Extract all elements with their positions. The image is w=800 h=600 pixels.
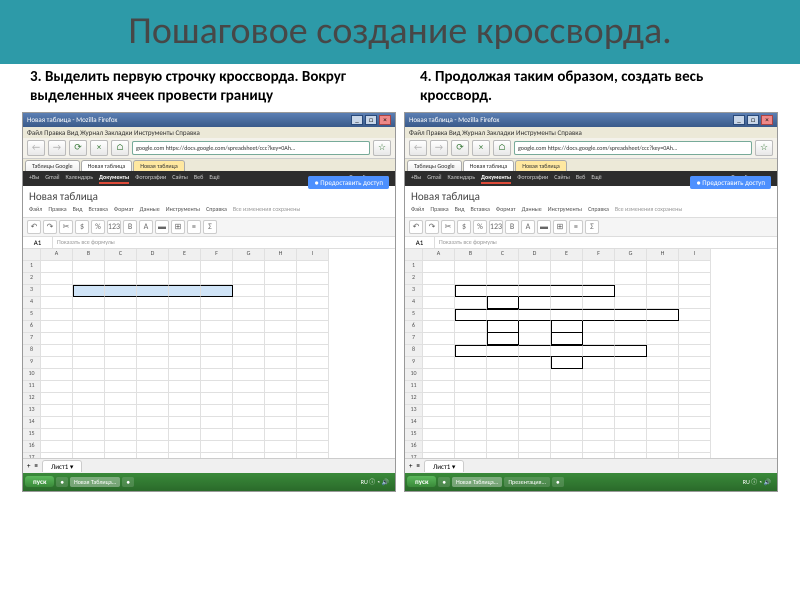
window-title: Новая таблица - Mozilla Firefox: [27, 115, 117, 125]
bold-button[interactable]: B: [123, 220, 137, 234]
bookmark-icon[interactable]: ☆: [373, 140, 391, 156]
home-button[interactable]: ⌂: [111, 140, 129, 156]
gbar-link[interactable]: Gmail: [45, 173, 59, 184]
fill-button[interactable]: ▬: [155, 220, 169, 234]
forward-button[interactable]: →: [48, 140, 66, 156]
browser-tabs: Таблицы Google Новая таблица Новая табли…: [23, 159, 395, 171]
toolbar: ↶ ↷ ✂ $ % 123 B A ▬ ⊞ ≡ Σ: [23, 218, 395, 237]
windows-taskbar: пуск ● Новая Таблица... ● RU ⓘ ◔ 🔊: [23, 473, 395, 491]
sheet-tabs: + ≡ Лист1 ▾: [23, 458, 395, 473]
back-button[interactable]: ←: [27, 140, 45, 156]
window-titlebar: Новая таблица - Mozilla Firefox _ □ ×: [23, 113, 395, 127]
minimize-button[interactable]: _: [351, 115, 363, 125]
currency-button[interactable]: $: [75, 220, 89, 234]
browser-tab[interactable]: Новая таблица: [81, 160, 133, 171]
format-button[interactable]: 123: [107, 220, 121, 234]
menu-insert[interactable]: Вставка: [88, 205, 107, 213]
sheet-tab[interactable]: Лист1 ▾: [42, 460, 82, 472]
browser-tab[interactable]: Таблицы Google: [25, 160, 80, 171]
maximize-button[interactable]: □: [365, 115, 377, 125]
gbar-link[interactable]: Календарь: [65, 173, 93, 184]
screenshot-step-3: Новая таблица - Mozilla Firefox _ □ × Фа…: [22, 112, 396, 492]
gbar-link[interactable]: Веб: [194, 173, 203, 184]
menu-tools[interactable]: Инструменты: [166, 205, 200, 213]
address-bar[interactable]: google.com https://docs.google.com/sprea…: [132, 141, 370, 155]
all-sheets-button[interactable]: ≡: [35, 461, 39, 470]
spreadsheet-grid[interactable]: ABCDEFGHI 1 2 3 4 5 6 7 8 9 10 11 12 13 …: [405, 249, 777, 458]
save-status: Все изменения сохранены: [233, 205, 300, 213]
gbar-link[interactable]: +Вы: [29, 173, 39, 184]
undo-button[interactable]: ↶: [27, 220, 41, 234]
screenshot-step-4: Новая таблица - Mozilla Firefox_□× Файл …: [404, 112, 778, 492]
task-button[interactable]: ●: [122, 477, 134, 487]
browser-navbar: ← → ⟳ × ⌂ google.com https://docs.google…: [23, 138, 395, 159]
doc-header: ● Предоставить доступ Новая таблица Файл…: [23, 186, 395, 218]
functions-button[interactable]: Σ: [203, 220, 217, 234]
slide-title: Пошаговое создание кроссворда.: [0, 0, 800, 64]
menu-format[interactable]: Формат: [114, 205, 134, 213]
formula-bar: A1 Показать все формулы: [23, 237, 395, 249]
percent-button[interactable]: %: [91, 220, 105, 234]
add-sheet-button[interactable]: +: [27, 461, 31, 470]
spreadsheet-grid[interactable]: ABCDEFGHI 1 2 3 4 5 6 7 8 9 10 11 12 13 …: [23, 249, 395, 458]
formula-input[interactable]: Показать все формулы: [53, 237, 395, 248]
doc-title[interactable]: Новая таблица: [29, 190, 389, 203]
redo-button[interactable]: ↷: [43, 220, 57, 234]
borders-button[interactable]: ⊞: [171, 220, 185, 234]
menu-help[interactable]: Справка: [206, 205, 227, 213]
menu-edit[interactable]: Правка: [48, 205, 66, 213]
task-button[interactable]: ●: [56, 477, 68, 487]
share-button[interactable]: ● Предоставить доступ: [308, 176, 389, 189]
textcolor-button[interactable]: A: [139, 220, 153, 234]
reload-button[interactable]: ⟳: [69, 140, 87, 156]
gbar-link[interactable]: Сайты: [172, 173, 188, 184]
task-button[interactable]: Новая Таблица...: [70, 477, 120, 487]
menu-file[interactable]: Файл: [29, 205, 42, 213]
system-tray[interactable]: RU ⓘ ◔ 🔊: [357, 477, 393, 486]
menu-data[interactable]: Данные: [140, 205, 160, 213]
menu-view[interactable]: Вид: [73, 205, 83, 213]
gbar-link[interactable]: Фотографии: [135, 173, 166, 184]
paint-button[interactable]: ✂: [59, 220, 73, 234]
gbar-link[interactable]: Ещё: [209, 173, 219, 184]
browser-menu[interactable]: Файл Правка Вид Журнал Закладки Инструме…: [23, 127, 395, 138]
name-box[interactable]: A1: [23, 237, 53, 248]
caption-step-4: 4. Продолжая таким образом, создать весь…: [400, 68, 770, 106]
gbar-link[interactable]: Документы: [99, 173, 129, 184]
close-button[interactable]: ×: [379, 115, 391, 125]
align-button[interactable]: ≡: [187, 220, 201, 234]
caption-step-3: 3. Выделить первую строчку кроссворда. В…: [30, 68, 400, 106]
start-button[interactable]: пуск: [25, 476, 54, 487]
browser-tab[interactable]: Новая таблица: [133, 160, 185, 171]
stop-button[interactable]: ×: [90, 140, 108, 156]
